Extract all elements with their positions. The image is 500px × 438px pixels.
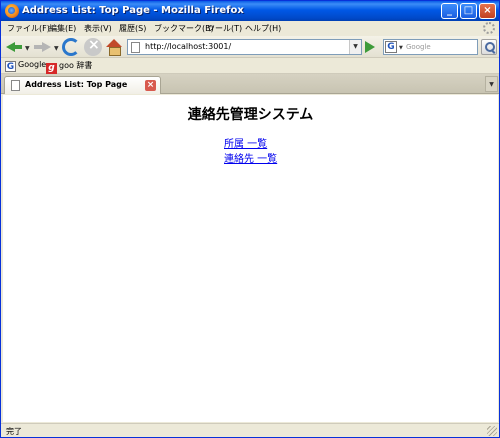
maximize-button[interactable]: □ [460,3,477,19]
bookmark-goo-dictionary[interactable]: g goo 辞書 [46,60,93,74]
window-title: Address List: Top Page - Mozilla Firefox [22,5,244,16]
go-button[interactable] [365,41,375,53]
menu-bookmarks[interactable]: ブックマーク(B) [154,23,214,34]
tab-address-list[interactable]: Address List: Top Page × [4,76,161,94]
tab-close-icon[interactable]: × [145,80,156,91]
minimize-button[interactable]: _ [441,3,458,19]
close-button[interactable]: × [479,3,496,19]
bookmarks-toolbar: G Google g goo 辞書 [1,58,499,74]
resize-grip[interactable] [487,426,497,436]
url-text[interactable]: http://localhost:3001/ [145,42,231,51]
forward-button[interactable] [34,38,52,56]
link-contacts[interactable]: 連絡先 一覧 [224,152,277,167]
tab-strip: Address List: Top Page × ▼ [1,74,499,94]
bookmark-label: goo 辞書 [59,61,93,70]
browser-window: Address List: Top Page - Mozilla Firefox… [0,0,500,438]
google-icon: G [5,61,16,72]
tab-list-button[interactable]: ▼ [485,76,498,92]
menu-bar: ファイル(F) 編集(E) 表示(V) 履歴(S) ブックマーク(B) ツール(… [1,21,499,36]
page-content: 連絡先管理システム 所属 一覧 連絡先 一覧 [3,95,498,422]
back-history-dropdown[interactable]: ▼ [25,45,30,52]
stop-button[interactable] [84,37,102,56]
menu-file[interactable]: ファイル(F) [7,23,50,34]
back-button[interactable] [5,38,23,56]
firefox-icon [5,4,19,18]
search-engine-dropdown-icon[interactable]: ▼ [399,45,403,51]
search-engine-icon[interactable]: G [385,41,397,53]
bookmark-google[interactable]: G Google [5,60,46,72]
page-heading: 連絡先管理システム [187,107,314,123]
menu-history[interactable]: 履歴(S) [119,23,146,34]
menu-tools[interactable]: ツール(T) [207,23,242,34]
link-departments[interactable]: 所属 一覧 [224,137,277,152]
title-bar: Address List: Top Page - Mozilla Firefox… [1,1,499,21]
search-button[interactable] [481,39,497,55]
status-bar: 完了 [1,423,499,437]
reload-button[interactable] [62,38,80,56]
bookmark-label: Google [18,60,47,69]
search-input[interactable]: Google [406,43,431,51]
url-bar[interactable]: http://localhost:3001/ ▼ [127,39,362,55]
link-list: 所属 一覧 連絡先 一覧 [224,137,277,167]
search-bar[interactable]: G ▼ Google [383,39,478,55]
menu-view[interactable]: 表示(V) [84,23,112,34]
throbber-icon [483,22,495,34]
page-icon [131,42,140,53]
url-dropdown-icon[interactable]: ▼ [349,40,361,54]
forward-history-dropdown[interactable]: ▼ [54,45,59,52]
tab-label: Address List: Top Page [25,80,128,89]
home-button[interactable] [105,38,123,56]
goo-icon: g [46,63,57,74]
menu-edit[interactable]: 編集(E) [49,23,76,34]
menu-help[interactable]: ヘルプ(H) [245,23,281,34]
page-icon [11,80,20,91]
status-text: 完了 [6,427,22,436]
